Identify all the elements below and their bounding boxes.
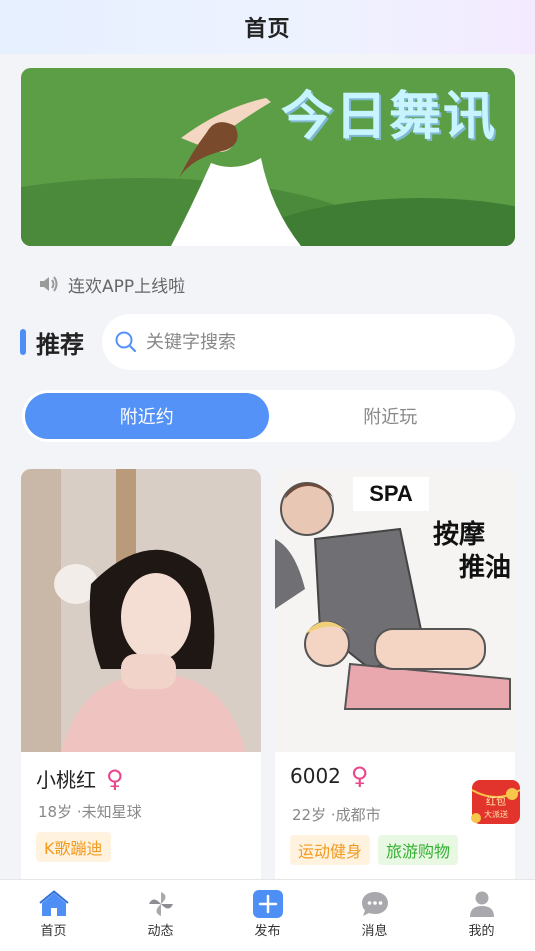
nav-item-profile[interactable]: 我的 bbox=[428, 880, 535, 951]
banner-title: 今日舞讯 bbox=[280, 87, 497, 147]
announcement-bar[interactable]: 连欢APP上线啦 bbox=[38, 270, 185, 298]
page-title: 首页 bbox=[244, 17, 291, 42]
nav-label: 首页 bbox=[40, 924, 67, 939]
bottom-nav: 首页 动态 发布 消息 我的 bbox=[0, 879, 535, 951]
banner-carousel[interactable]: 今日舞讯 bbox=[21, 68, 515, 246]
pinwheel-icon bbox=[148, 892, 173, 916]
recommend-header: 推荐 bbox=[20, 314, 515, 370]
red-packet-line2: 大派送 bbox=[484, 809, 508, 819]
spa-badge: SPA bbox=[353, 477, 429, 511]
profile-tag: 旅游购物 bbox=[378, 835, 459, 865]
tab-nearby-play[interactable]: 附近玩 bbox=[269, 393, 513, 439]
section-accent-bar bbox=[20, 329, 26, 355]
profile-name: 小桃红 bbox=[36, 768, 96, 792]
female-gender-icon: ♀ bbox=[106, 764, 124, 793]
nav-item-publish[interactable]: 发布 bbox=[214, 880, 321, 951]
spa-caption-line2: 推油 bbox=[458, 553, 511, 583]
tab-nearby-date[interactable]: 附近约 bbox=[25, 393, 269, 439]
red-packet-button[interactable]: 红包 大派送 bbox=[468, 778, 524, 828]
user-icon bbox=[469, 891, 494, 917]
profile-age: 18岁 bbox=[38, 803, 73, 821]
carousel-indicator bbox=[269, 230, 285, 236]
home-icon bbox=[38, 890, 69, 916]
female-gender-icon: ♀ bbox=[350, 762, 369, 790]
profile-age: 22岁 bbox=[292, 806, 327, 824]
profile-tag: K歌蹦迪 bbox=[36, 832, 111, 862]
spa-massage-illustration bbox=[275, 469, 515, 752]
nav-item-home[interactable]: 首页 bbox=[0, 880, 107, 951]
filter-tabs: 附近约 附近玩 bbox=[22, 390, 515, 442]
search-icon bbox=[115, 331, 137, 353]
nav-item-moments[interactable]: 动态 bbox=[107, 880, 214, 951]
nav-label: 发布 bbox=[254, 924, 281, 939]
profile-photo bbox=[21, 469, 261, 752]
profile-card[interactable]: 小桃红 ♀ 18岁 ·未知星球 K歌蹦迪 bbox=[21, 469, 261, 889]
nav-item-messages[interactable]: 消息 bbox=[321, 880, 428, 951]
carousel-dot bbox=[269, 230, 275, 236]
nav-label: 我的 bbox=[468, 924, 495, 939]
profile-tags: K歌蹦迪 bbox=[21, 822, 261, 862]
profile-location: ·未知星球 bbox=[76, 803, 142, 821]
nav-label: 消息 bbox=[361, 924, 388, 939]
red-packet-line1: 红包 bbox=[486, 795, 506, 808]
profile-location: ·成都市 bbox=[330, 806, 381, 824]
profile-photo-illustration bbox=[21, 469, 261, 752]
announcement-text: 连欢APP上线啦 bbox=[68, 276, 186, 297]
top-bar: 首页 bbox=[0, 0, 535, 54]
search-box[interactable] bbox=[102, 314, 515, 370]
search-input[interactable] bbox=[146, 331, 446, 353]
speaker-icon bbox=[40, 276, 58, 292]
section-title: 推荐 bbox=[36, 330, 84, 359]
chat-icon bbox=[361, 892, 388, 916]
profile-tag: 运动健身 bbox=[290, 835, 371, 865]
profile-photo: SPA 按摩 推油 bbox=[275, 469, 515, 752]
profile-name: 6002 bbox=[290, 764, 341, 788]
profile-meta: 18岁 ·未知星球 bbox=[21, 793, 261, 822]
spa-caption-line1: 按摩 bbox=[432, 520, 485, 550]
plus-icon bbox=[252, 890, 283, 918]
carousel-dot bbox=[279, 230, 285, 236]
nav-label: 动态 bbox=[147, 924, 174, 939]
red-packet-icon: 红包 大派送 bbox=[471, 780, 521, 824]
profile-tags: 运动健身 旅游购物 bbox=[275, 825, 515, 865]
